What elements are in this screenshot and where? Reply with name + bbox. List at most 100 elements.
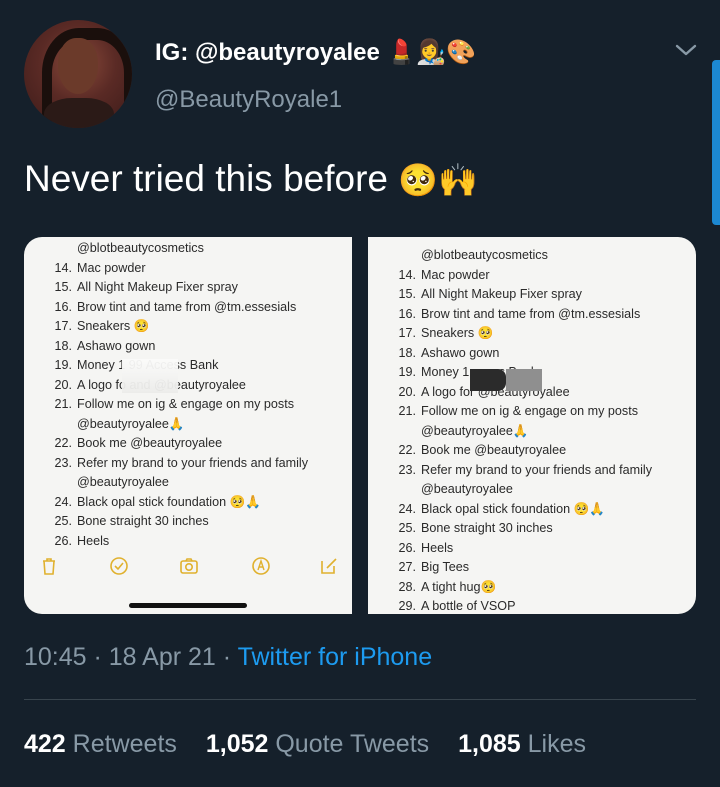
note-line: @blotbeautycosmetics <box>44 239 308 259</box>
note-line: 26. Heels <box>388 539 652 559</box>
note-line: 14. Mac powder <box>388 266 652 286</box>
tweet-emoji: 🥺🙌 <box>398 161 478 199</box>
note-line-text: Sneakers 🥺 <box>77 319 150 333</box>
note-line-number: 28. <box>398 579 416 594</box>
display-name-text: IG: @beautyroyalee <box>155 39 380 66</box>
note-line-number: 14. <box>398 267 416 282</box>
note-line-text: Mac powder <box>77 260 146 275</box>
note-line-number: 18. <box>398 345 416 360</box>
likes-stat[interactable]: 1,085 Likes <box>458 730 586 758</box>
note-line-text: Black opal stick foundation 🥺🙏 <box>77 494 261 509</box>
notes-text-right: @blotbeautycosmetics 14. Mac powder 15. All … <box>388 246 652 614</box>
avatar-body <box>44 98 114 128</box>
retweets-stat[interactable]: 422 Retweets <box>24 730 177 758</box>
note-line: 21. Follow me on ig & engage on my posts <box>388 402 652 422</box>
display-name[interactable]: IG: @beautyroyalee 💄👩‍🎨🎨 <box>155 38 476 67</box>
note-line: 24. Black opal stick foundation 🥺🙏 <box>388 500 652 520</box>
media-image-left[interactable]: @blotbeautycosmetics 14. Mac powder 15. All … <box>24 237 352 614</box>
display-name-emoji: 💄👩‍🎨🎨 <box>386 38 477 66</box>
compose-icon <box>321 558 337 574</box>
tweet-date[interactable]: 18 Apr 21 <box>109 643 216 671</box>
note-line-number: 16. <box>398 306 416 321</box>
note-line: 21. Follow me on ig & engage on my posts <box>44 395 308 415</box>
note-line: 15. All Night Makeup Fixer spray <box>388 285 652 305</box>
tweet-text-body: Never tried this before <box>24 158 389 199</box>
note-line: 16. Brow tint and tame from @tm.essesials <box>388 305 652 325</box>
note-line-text: Refer my brand to your friends and famil… <box>77 455 308 470</box>
chevron-down-icon[interactable] <box>674 38 698 62</box>
redaction-left <box>122 359 178 393</box>
note-line-text: Black opal stick foundation 🥺🙏 <box>421 501 605 516</box>
note-line-number: 22. <box>54 436 72 450</box>
note-line-number: 26. <box>398 540 416 555</box>
note-line: 16. Brow tint and tame from @tm.essesials <box>44 298 308 318</box>
note-line: 18. Ashawo gown <box>44 337 308 357</box>
tweet-media[interactable]: @blotbeautycosmetics 14. Mac powder 15. All … <box>24 237 696 614</box>
note-line: 29. A bottle of VSOP <box>388 597 652 614</box>
note-line-number: 15. <box>398 287 416 301</box>
note-line-text: Book me @beautyroyalee <box>77 436 223 450</box>
note-line-text: All Night Makeup Fixer spray <box>77 280 238 294</box>
note-line-text: Ashawo gown <box>77 338 156 353</box>
scrollbar[interactable] <box>712 60 720 225</box>
note-line-text: Ashawo gown <box>421 345 500 360</box>
tweet-time[interactable]: 10:45 <box>24 643 87 671</box>
tweet-source-link[interactable]: Twitter for iPhone <box>238 643 433 671</box>
note-line-text: @blotbeautycosmetics <box>421 248 548 262</box>
note-line-number: 24. <box>398 501 416 516</box>
note-line-number: 25. <box>54 514 72 528</box>
note-line-number: 22. <box>398 443 416 457</box>
note-line-number: 16. <box>54 299 72 314</box>
note-line-number: 21. <box>398 404 416 418</box>
quote-tweets-stat[interactable]: 1,052 Quote Tweets <box>206 730 429 758</box>
avatar[interactable] <box>24 20 132 128</box>
note-line-number: 23. <box>398 462 416 477</box>
tweet-meta: 10:45 · 18 Apr 21 · Twitter for iPhone <box>24 643 432 672</box>
note-line: @blotbeautycosmetics <box>388 246 652 266</box>
note-line: 25. Bone straight 30 inches <box>388 519 652 539</box>
note-line: @beautyroyalee <box>388 480 652 500</box>
note-line-number: 17. <box>398 326 416 340</box>
note-line-text: A tight hug🥺 <box>421 579 497 594</box>
home-indicator <box>129 603 247 608</box>
media-image-right[interactable]: @blotbeautycosmetics 14. Mac powder 15. All … <box>368 237 696 614</box>
note-line: 17. Sneakers 🥺 <box>388 324 652 344</box>
note-line-text: @beautyroyalee <box>77 475 169 489</box>
note-line: 27. Big Tees <box>388 558 652 578</box>
retweets-label: Retweets <box>72 730 177 758</box>
note-line-number: 14. <box>54 260 72 275</box>
note-line-number: 29. <box>398 599 416 613</box>
note-line-text: Follow me on ig & engage on my posts <box>421 404 639 418</box>
note-line: 22. Book me @beautyroyalee <box>44 434 308 454</box>
note-line-number: 19. <box>54 358 72 372</box>
note-line-text: Brow tint and tame from @tm.essesials <box>421 306 641 321</box>
user-handle[interactable]: @BeautyRoyale1 <box>155 86 342 114</box>
note-line-number: 19. <box>398 365 416 379</box>
likes-count: 1,085 <box>458 730 521 758</box>
tweet-stats: 422 Retweets 1,052 Quote Tweets 1,085 Li… <box>24 730 608 759</box>
note-line: 23. Refer my brand to your friends and fa… <box>388 461 652 481</box>
note-line: 17. Sneakers 🥺 <box>44 317 308 337</box>
trash-icon <box>43 558 55 575</box>
note-line: 25. Bone straight 30 inches <box>44 512 308 532</box>
note-line-number: 25. <box>398 521 416 535</box>
redaction-right <box>470 369 542 391</box>
quote-tweets-label: Quote Tweets <box>275 730 430 758</box>
note-line-text: Brow tint and tame from @tm.essesials <box>77 299 297 314</box>
note-line-number: 24. <box>54 494 72 509</box>
note-line-number: 15. <box>54 280 72 294</box>
note-line: 18. Ashawo gown <box>388 344 652 364</box>
notes-text-left: @blotbeautycosmetics 14. Mac powder 15. All … <box>44 239 308 551</box>
note-line-text: Book me @beautyroyalee <box>421 443 567 457</box>
meta-separator: · <box>86 643 109 671</box>
note-line-number: 21. <box>54 397 72 411</box>
note-line-text: All Night Makeup Fixer spray <box>421 287 582 301</box>
note-line-number: 20. <box>398 384 416 399</box>
note-line: 23. Refer my brand to your friends and fa… <box>44 454 308 474</box>
checklist-icon <box>110 557 128 575</box>
note-line-text: Refer my brand to your friends and famil… <box>421 462 652 477</box>
divider <box>24 699 696 700</box>
note-line: @beautyroyalee🙏 <box>44 415 308 435</box>
note-line-text: Sneakers 🥺 <box>421 326 494 340</box>
note-line: 15. All Night Makeup Fixer spray <box>44 278 308 298</box>
